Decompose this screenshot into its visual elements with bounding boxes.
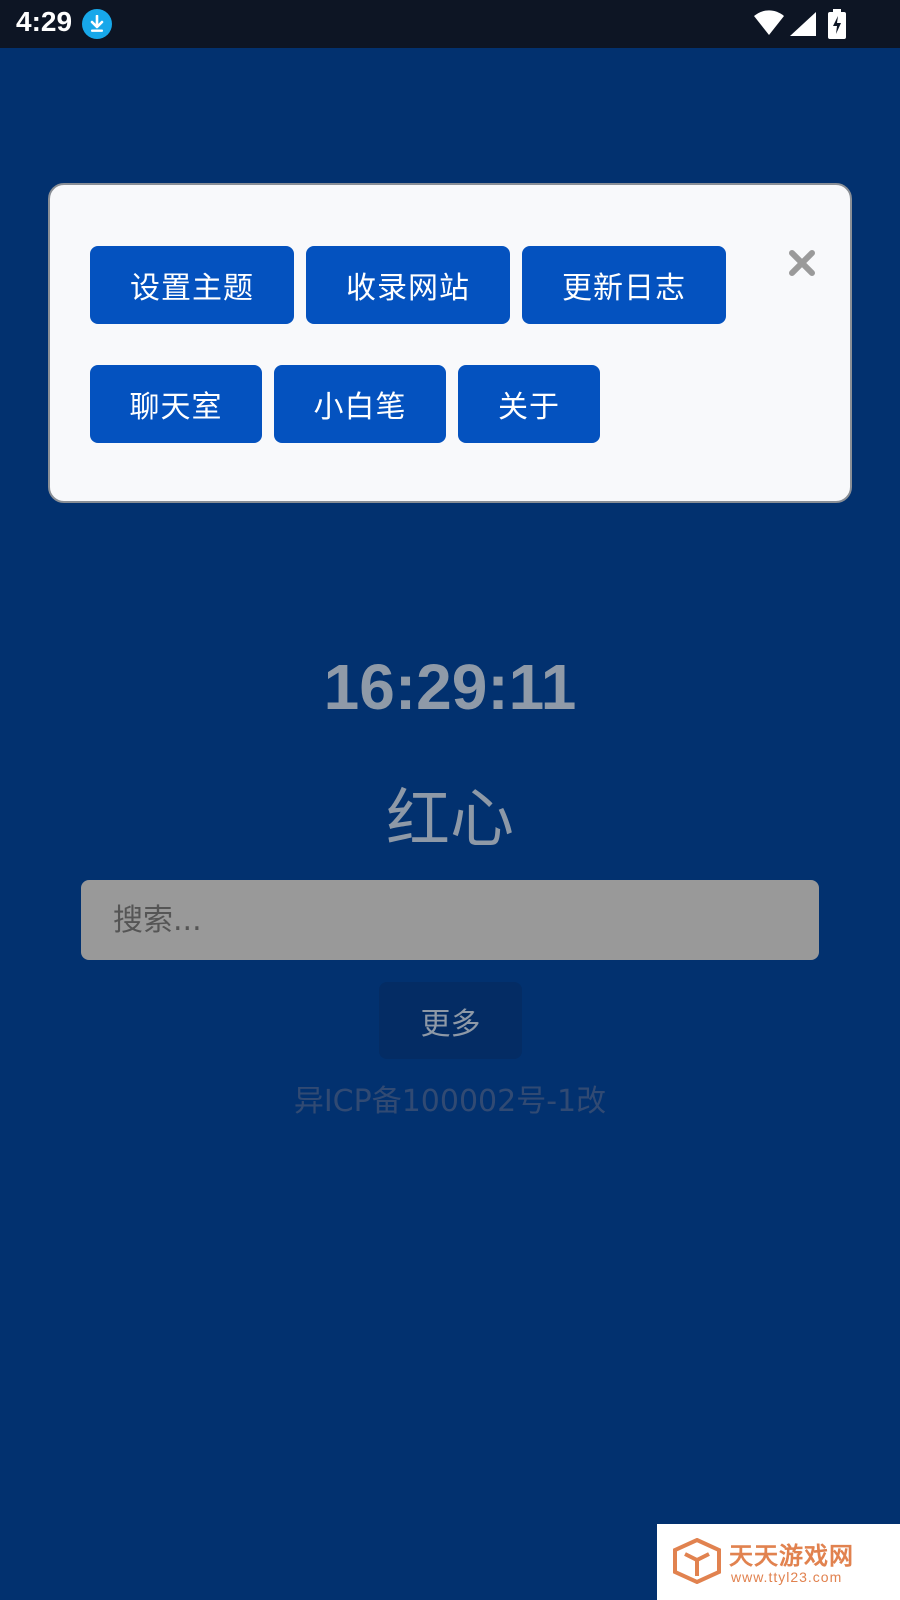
menu-popup: 设置主题 收录网站 更新日志 聊天室 小白笔 关于: [48, 183, 852, 503]
set-theme-button[interactable]: 设置主题: [90, 246, 294, 324]
search-input[interactable]: [81, 880, 819, 960]
status-bar: 4:29: [0, 0, 900, 48]
close-icon[interactable]: [780, 241, 824, 285]
watermark-logo-icon: [673, 1537, 721, 1588]
watermark-title: 天天游戏网: [729, 1542, 854, 1570]
status-time: 4:29: [16, 6, 73, 37]
signal-icon: [790, 12, 816, 40]
watermark-url: www.ttyl23.com: [731, 1569, 843, 1585]
battery-charging-icon: [828, 9, 846, 43]
more-button[interactable]: 更多: [379, 982, 522, 1059]
site-heading: 红心: [386, 783, 514, 857]
about-button[interactable]: 关于: [458, 365, 600, 443]
watermark: 天天游戏网 www.ttyl23.com: [657, 1524, 900, 1600]
add-website-button[interactable]: 收录网站: [306, 246, 510, 324]
chatroom-button[interactable]: 聊天室: [90, 365, 262, 443]
icp-footer: 异ICP备100002号-1改: [293, 1084, 607, 1119]
download-icon: [82, 9, 112, 39]
clock-display: 16:29:11: [323, 651, 577, 723]
changelog-button[interactable]: 更新日志: [522, 246, 726, 324]
notes-button[interactable]: 小白笔: [274, 365, 446, 443]
wifi-icon: [754, 10, 784, 40]
